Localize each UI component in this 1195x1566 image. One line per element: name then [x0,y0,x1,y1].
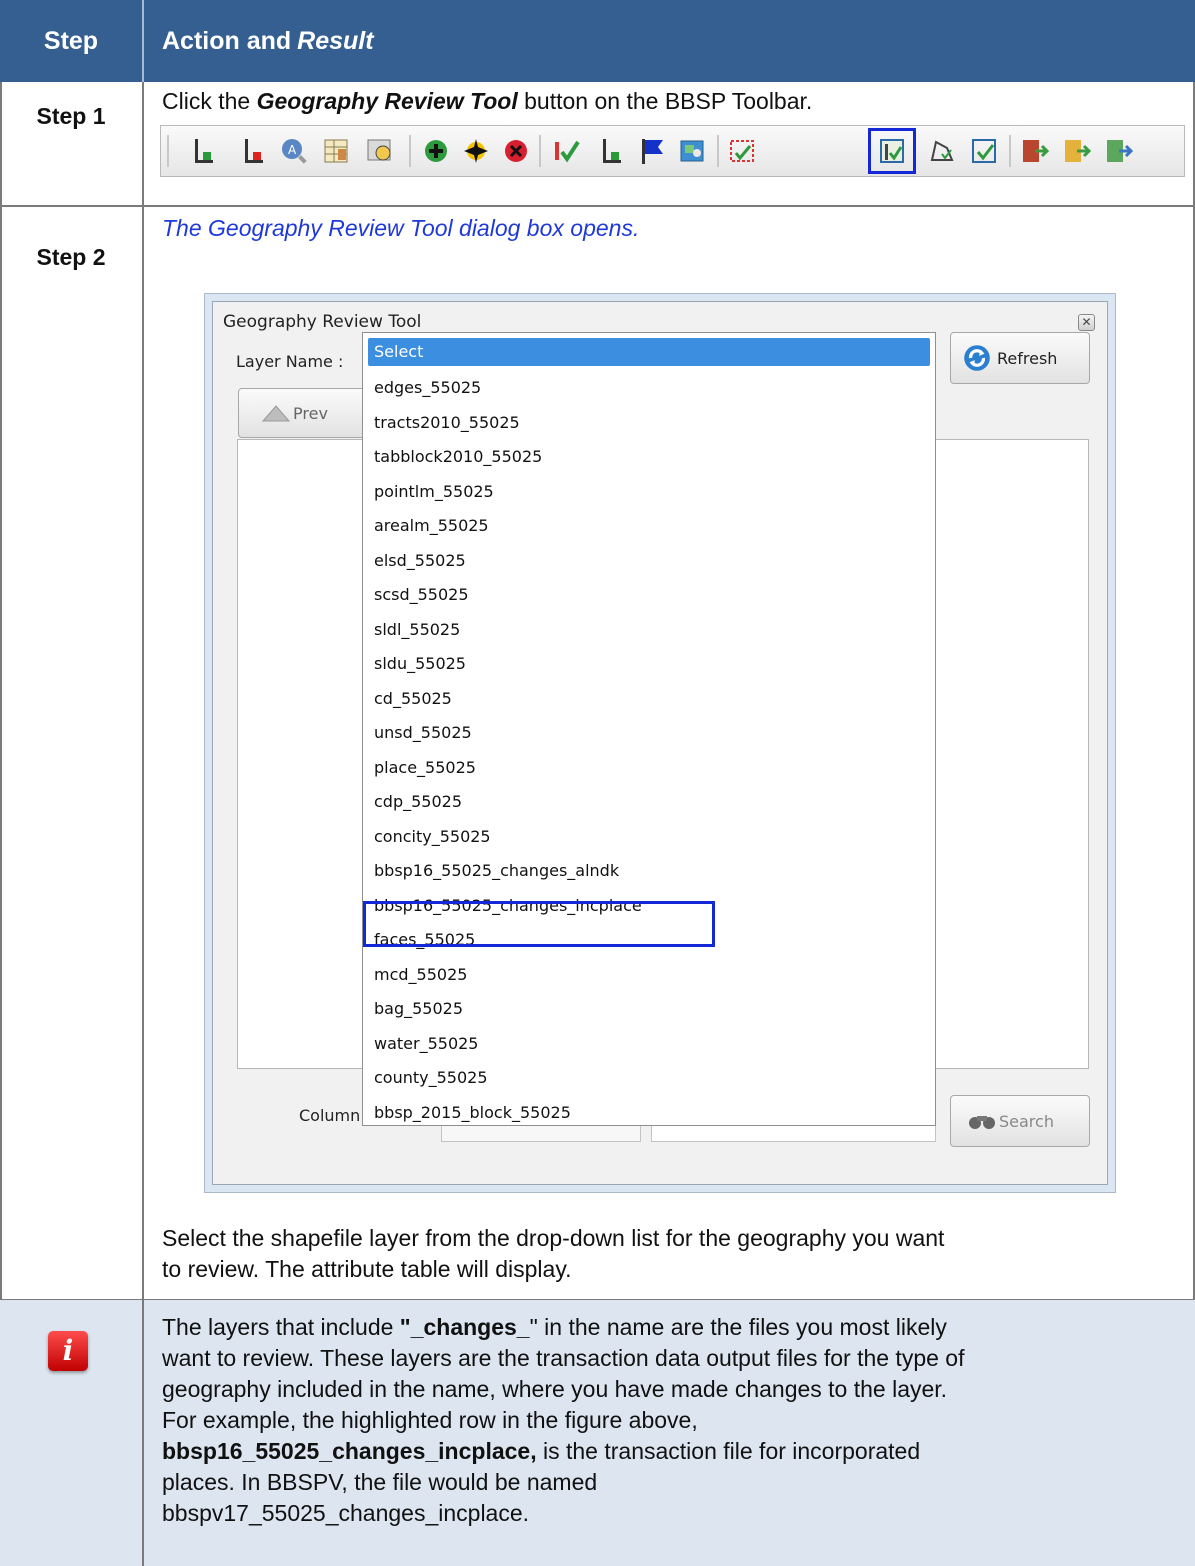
dropdown-item[interactable]: elsd_55025 [374,544,466,577]
dropdown-item[interactable]: county_55025 [374,1061,488,1094]
step-1-text: Click the Geography Review Tool button o… [162,86,812,117]
add-point-icon[interactable] [421,136,451,166]
grid-line [142,1300,144,1566]
toolbar-grip [167,135,169,167]
refresh-icon [964,345,990,371]
close-icon[interactable]: ✕ [1078,314,1095,331]
table-header: Step Action and Result [0,0,1195,82]
dropdown-item[interactable]: edges_55025 [374,371,481,404]
step-2-result: The Geography Review Tool dialog box ope… [162,215,640,241]
step-1-text-bold: Geography Review Tool [256,88,518,114]
add-line-2-icon[interactable] [597,136,627,166]
dropdown-item[interactable]: tabblock2010_55025 [374,440,542,473]
geography-review-dialog: Geography Review Tool ✕ Layer Name : Ref… [212,301,1108,1185]
dropdown-item[interactable]: sldl_55025 [374,613,460,646]
svg-text:A: A [288,143,297,157]
note-text: The layers that include "_changes_" in t… [162,1312,1182,1529]
layer-name-dropdown[interactable]: Select edges_55025 tracts2010_55025 tabblo… [362,332,936,1126]
layer-name-label: Layer Name : [236,352,344,371]
bbsp-toolbar: A [160,125,1185,177]
export-icon[interactable] [1019,136,1049,166]
polygon-edit-icon[interactable] [927,136,957,166]
dropdown-item[interactable]: arealm_55025 [374,509,489,542]
note-line-4: For example, the highlighted row in the … [162,1407,698,1433]
previous-button[interactable]: Prev [238,388,378,438]
zoom-to-icon[interactable]: A [279,136,309,166]
dropdown-item[interactable]: water_55025 [374,1027,478,1060]
procedure-table: Step Action and Result Step 1 Click the … [0,0,1195,1566]
note-line-5-bold: bbsp16_55025_changes_incplace, [162,1438,537,1464]
dropdown-item[interactable]: bag_55025 [374,992,463,1025]
search-layer-icon[interactable] [365,136,395,166]
note-line-5-rest: is the transaction file for incorporated [536,1438,921,1464]
geography-review-icon[interactable] [877,136,907,166]
dropdown-item[interactable]: cd_55025 [374,682,452,715]
header-action-text: Action and [162,26,292,55]
note-line-7: bbspv17_55025_changes_incplace. [162,1500,530,1526]
export-3-icon[interactable] [1103,136,1133,166]
grid-line [0,205,1195,207]
previous-arrow-icon [261,405,291,422]
header-action: Action and Result [162,0,374,82]
info-icon: i [48,1331,88,1371]
step-1-text-a: Click the [162,88,257,114]
dropdown-item[interactable]: place_55025 [374,751,476,784]
toolbar-separator [539,135,541,167]
refresh-button[interactable]: Refresh [950,332,1090,384]
binoculars-icon [969,1116,995,1129]
note-line-2: want to review. These layers are the tra… [162,1345,965,1371]
move-point-icon[interactable] [461,136,491,166]
previous-label: Prev [293,403,328,423]
delete-point-icon[interactable] [501,136,531,166]
select-review-icon[interactable] [727,136,757,166]
note-line-5: bbsp16_55025_changes_incplace, is the tr… [162,1436,1182,1467]
dropdown-item[interactable]: scsd_55025 [374,578,469,611]
dropdown-item[interactable]: cdp_55025 [374,785,462,818]
instruction-line-2: to review. The attribute table will disp… [162,1256,572,1282]
dropdown-item[interactable]: unsd_55025 [374,716,472,749]
header-divider [142,0,144,82]
add-line-icon[interactable] [189,136,219,166]
validate-icon[interactable] [969,136,999,166]
export-2-icon[interactable] [1061,136,1091,166]
toolbar-separator [717,135,719,167]
dialog-title: Geography Review Tool [223,312,422,332]
search-label: Search [999,1111,1054,1131]
toolbar-separator [409,135,411,167]
step-1-text-c: button on the BBSP Toolbar. [517,88,813,114]
attribute-table-icon[interactable] [321,136,351,166]
note-line-3: geography included in the name, where yo… [162,1376,948,1402]
note-line-1-c: " in the name are the files you most lik… [529,1314,947,1340]
header-action-italic: Result [297,26,374,55]
map-icon[interactable] [677,136,707,166]
step-2-label: Step 2 [36,244,106,270]
note-line-1: The layers that include "_changes_" in t… [162,1312,1182,1343]
flag-icon[interactable] [637,136,667,166]
delete-line-icon[interactable] [239,136,269,166]
dropdown-item[interactable]: pointlm_55025 [374,475,494,508]
note-line-6: places. In BBSPV, the file would be name… [162,1469,598,1495]
dropdown-item[interactable]: tracts2010_55025 [374,406,520,439]
review-check-icon[interactable] [551,136,581,166]
step-2-instruction: Select the shapefile layer from the drop… [162,1223,944,1285]
step-1-label: Step 1 [36,103,106,129]
note-line-1-b: "_changes_ [399,1314,530,1340]
dropdown-item[interactable]: bbsp16_55025_changes_alndk [374,854,619,887]
dropdown-item[interactable]: bbsp_2015_block_55025 [374,1096,571,1129]
highlighted-item-box [363,901,715,947]
dropdown-selected-item[interactable]: Select [368,338,930,366]
search-button[interactable]: Search [950,1095,1090,1147]
instruction-line-1: Select the shapefile layer from the drop… [162,1225,945,1251]
toolbar-separator [1009,135,1011,167]
dropdown-item[interactable]: sldu_55025 [374,647,466,680]
dropdown-item[interactable]: mcd_55025 [374,958,467,991]
dropdown-item[interactable]: concity_55025 [374,820,491,853]
header-step: Step [43,26,99,55]
note-line-1-a: The layers that include [162,1314,400,1340]
refresh-label: Refresh [997,348,1058,368]
